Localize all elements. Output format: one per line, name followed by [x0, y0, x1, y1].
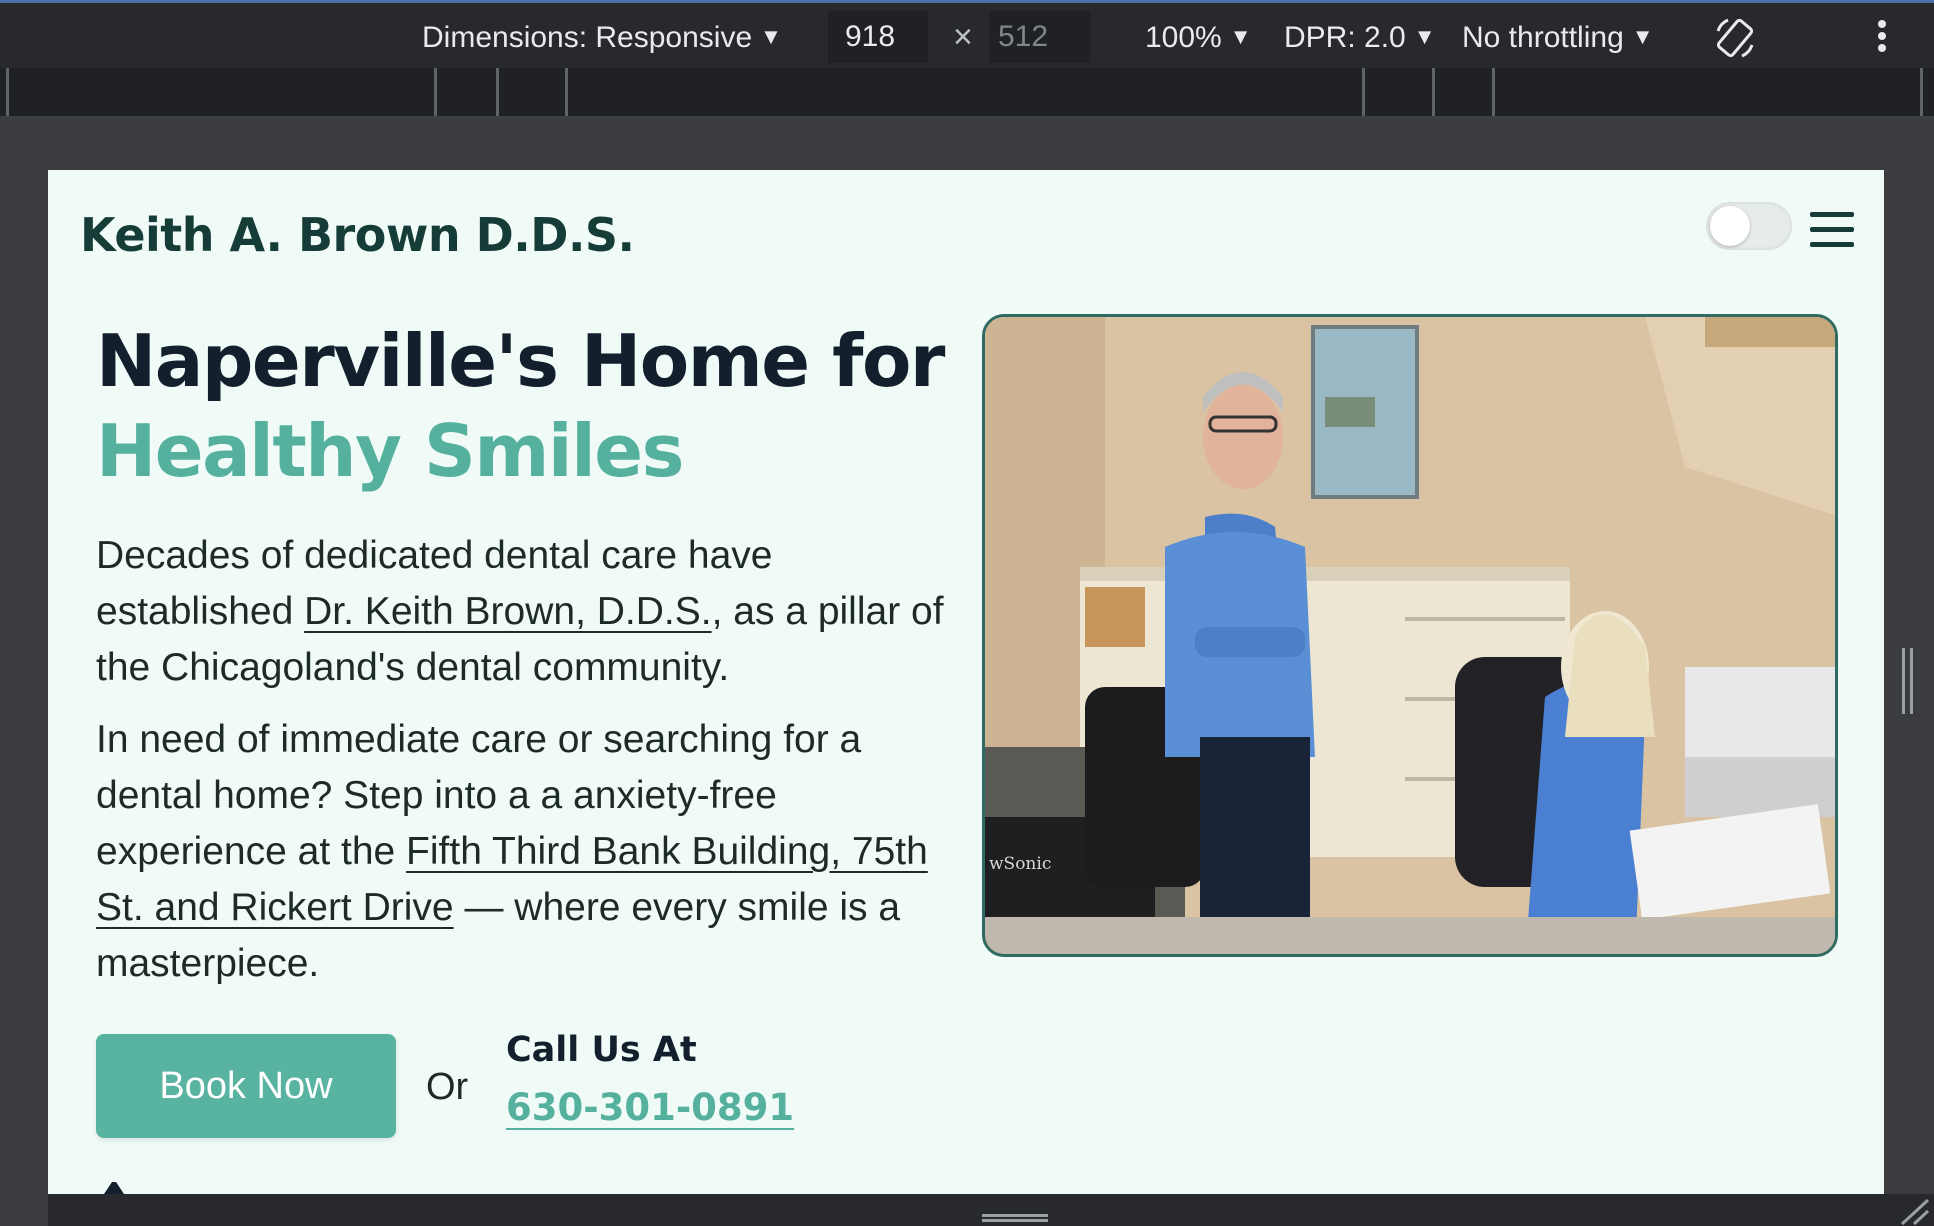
call-us-label: Call Us At [506, 1030, 697, 1070]
emulated-viewport: Keith A. Brown D.D.S. Naperville's Home … [48, 170, 1884, 1194]
monitor-brand-text: wSonic [989, 854, 1051, 874]
theme-toggle[interactable] [1706, 202, 1792, 250]
location-paragraph: In need of immediate care or searching f… [96, 712, 944, 992]
media-query-segment[interactable] [6, 68, 9, 116]
caret-down-icon: ▼ [1413, 24, 1436, 49]
caret-down-icon: ▼ [760, 24, 782, 49]
media-query-segment[interactable] [565, 68, 568, 116]
or-label: Or [426, 1066, 469, 1108]
media-query-segment[interactable] [434, 68, 437, 116]
bottom-resize-handle[interactable] [982, 1214, 1048, 1222]
headline-line2: Healthy Smiles [96, 409, 684, 493]
dimensions-label: Dimensions: Responsive [422, 21, 753, 54]
headline-line1: Naperville's Home for [96, 319, 945, 403]
rotate-icon[interactable] [1712, 15, 1758, 61]
media-query-segment[interactable] [1920, 68, 1923, 116]
times-icon: × [953, 18, 973, 56]
width-input[interactable]: 918 [845, 17, 895, 57]
intro-paragraph: Decades of dedicated dental care have es… [96, 528, 944, 696]
throttling-dropdown[interactable]: No throttling ▼ [1462, 17, 1654, 58]
doctor-link[interactable]: Dr. Keith Brown, D.D.S. [304, 590, 711, 633]
media-query-segment[interactable] [1362, 68, 1365, 116]
media-query-segment[interactable] [1432, 68, 1435, 116]
toggle-knob [1710, 206, 1750, 246]
media-query-segment[interactable] [496, 68, 499, 116]
phone-link[interactable]: 630-301-0891 [506, 1086, 794, 1129]
right-resize-handle[interactable] [1902, 648, 1916, 714]
media-query-bar [0, 68, 1934, 118]
clipped-content [104, 1182, 124, 1194]
devtools-device-toolbar: Dimensions: Responsive ▼ 918 × 512 100% ▼ … [0, 0, 1934, 68]
book-now-button[interactable]: Book Now [96, 1034, 396, 1138]
caret-down-icon: ▼ [1229, 24, 1252, 49]
more-options-icon[interactable] [1872, 17, 1892, 57]
dimensions-dropdown[interactable]: Dimensions: Responsive ▼ [422, 17, 782, 58]
throttling-label: No throttling [1462, 21, 1624, 54]
hamburger-menu-icon[interactable] [1810, 212, 1854, 248]
zoom-dropdown[interactable]: 100% ▼ [1145, 17, 1252, 58]
dpr-dropdown[interactable]: DPR: 2.0 ▼ [1284, 17, 1436, 58]
office-photo-illustration: wSonic [985, 317, 1835, 954]
office-photo: wSonic [982, 314, 1838, 957]
media-query-segment[interactable] [1492, 68, 1495, 116]
height-input[interactable]: 512 [998, 17, 1048, 57]
bottom-resize-bar [48, 1194, 1934, 1226]
caret-down-icon: ▼ [1631, 24, 1654, 49]
zoom-label: 100% [1145, 21, 1222, 54]
dpr-label: DPR: 2.0 [1284, 21, 1406, 54]
hero-headline: Naperville's Home for Healthy Smiles [96, 316, 945, 496]
site-brand[interactable]: Keith A. Brown D.D.S. [80, 208, 635, 262]
corner-resize-icon[interactable] [1896, 1196, 1930, 1226]
